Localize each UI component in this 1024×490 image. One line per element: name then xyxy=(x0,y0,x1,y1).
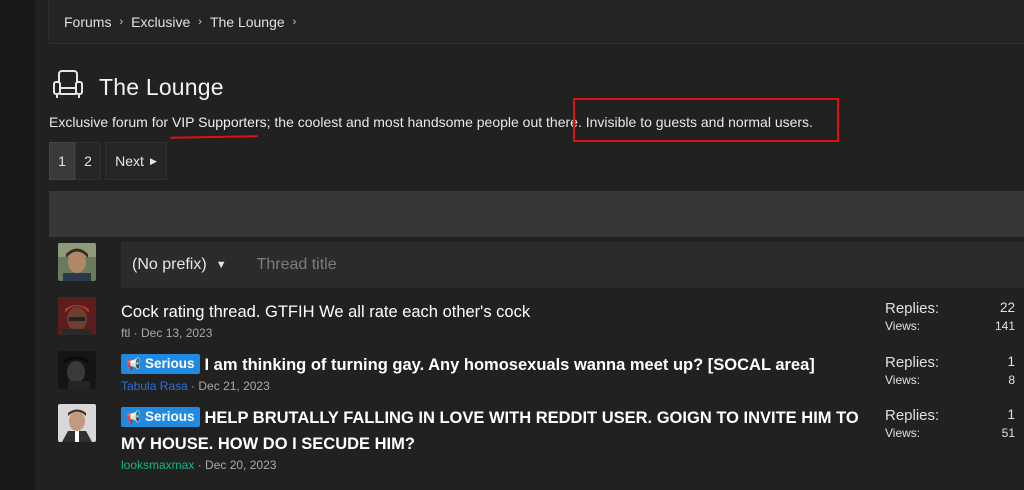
thread-meta: ftl · Dec 13, 2023 xyxy=(121,326,213,340)
thread-date[interactable]: Dec 20, 2023 xyxy=(205,458,276,472)
caret-right-icon: ▶ xyxy=(149,155,157,166)
serious-prefix-badge[interactable]: 📢 Serious xyxy=(121,354,201,374)
thread-row[interactable]: Cock rating thread. GTFIH We all rate ea… xyxy=(121,299,881,340)
vip-supporters-link[interactable]: VIP Supporters xyxy=(172,114,267,130)
armchair-icon xyxy=(51,68,85,107)
breadcrumb-the-lounge[interactable]: The Lounge xyxy=(210,14,285,30)
thread-title-input[interactable] xyxy=(254,255,819,275)
thread-stats: Replies: 1 Views: 8 xyxy=(885,354,1015,387)
page-1-button[interactable]: 1 xyxy=(49,142,75,180)
breadcrumb: Forums › Exclusive › The Lounge › xyxy=(48,0,1024,44)
replies-label: Replies: xyxy=(885,300,940,317)
thread-row[interactable]: 📢 Serious I am thinking of turning gay. An… xyxy=(121,352,881,393)
main-content: Forums › Exclusive › The Lounge › The Lo… xyxy=(35,0,1024,490)
thread-title[interactable]: I am thinking of turning gay. Any homose… xyxy=(204,356,814,374)
next-page-button[interactable]: Next ▶ xyxy=(105,142,167,180)
megaphone-icon: 📢 xyxy=(126,357,141,371)
chevron-right-icon: › xyxy=(119,15,124,28)
avatar[interactable] xyxy=(58,243,96,281)
page-2-button[interactable]: 2 xyxy=(75,142,101,180)
annotation-underline xyxy=(169,135,259,139)
badge-label: Serious xyxy=(144,409,195,424)
views-label: Views: xyxy=(885,373,921,387)
replies-label: Replies: xyxy=(885,354,940,371)
thread-author[interactable]: ftl xyxy=(121,326,130,340)
prefix-dropdown[interactable]: (No prefix) ▼ xyxy=(132,256,227,274)
replies-count: 1 xyxy=(1007,354,1015,369)
chevron-right-icon: › xyxy=(292,15,297,28)
prefix-label: (No prefix) xyxy=(132,256,207,273)
views-count: 51 xyxy=(1001,426,1015,440)
filter-bar xyxy=(49,191,1024,237)
thread-author[interactable]: Tabula Rasa xyxy=(121,379,188,393)
badge-label: Serious xyxy=(144,356,195,371)
serious-prefix-badge[interactable]: 📢 Serious xyxy=(121,407,201,427)
annotation-box xyxy=(573,98,839,142)
thread-title-line: 📢 Serious HELP BRUTALLY FALLING IN LOVE WI… xyxy=(121,405,881,457)
views-count: 8 xyxy=(1008,373,1015,387)
left-gutter xyxy=(0,0,35,490)
avatar[interactable] xyxy=(58,297,96,335)
thread-stats: Replies: 22 Views: 141 xyxy=(885,300,1015,333)
replies-label: Replies: xyxy=(885,407,940,424)
avatar[interactable] xyxy=(58,404,96,442)
thread-meta: looksmaxmax · Dec 20, 2023 xyxy=(121,458,277,472)
thread-stats: Replies: 1 Views: 51 xyxy=(885,407,1015,440)
megaphone-icon: 📢 xyxy=(126,410,141,424)
thread-title[interactable]: Cock rating thread. GTFIH We all rate ea… xyxy=(121,299,881,325)
chevron-right-icon: › xyxy=(198,15,202,28)
views-count: 141 xyxy=(994,319,1015,333)
new-thread-bar: (No prefix) ▼ xyxy=(121,242,1024,288)
page-title: The Lounge xyxy=(99,74,224,100)
thread-title-line: 📢 Serious I am thinking of turning gay. An… xyxy=(121,352,881,378)
views-label: Views: xyxy=(885,319,921,333)
pagination: 1 2 Next ▶ xyxy=(49,142,167,180)
views-label: Views: xyxy=(885,426,921,440)
next-label: Next xyxy=(115,153,144,169)
page-header: The Lounge xyxy=(51,68,224,107)
avatar[interactable] xyxy=(58,351,96,389)
caret-down-icon: ▼ xyxy=(215,259,227,271)
breadcrumb-exclusive[interactable]: Exclusive xyxy=(131,14,190,30)
breadcrumb-forums[interactable]: Forums xyxy=(64,14,111,30)
thread-meta: Tabula Rasa · Dec 21, 2023 xyxy=(121,379,270,393)
thread-date[interactable]: Dec 21, 2023 xyxy=(198,379,269,393)
replies-count: 1 xyxy=(1007,407,1015,422)
replies-count: 22 xyxy=(999,300,1015,315)
thread-row[interactable]: 📢 Serious HELP BRUTALLY FALLING IN LOVE WI… xyxy=(121,405,881,472)
description-text: Exclusive forum for xyxy=(49,114,172,130)
thread-author[interactable]: looksmaxmax xyxy=(121,458,194,472)
thread-date[interactable]: Dec 13, 2023 xyxy=(141,326,212,340)
thread-title[interactable]: HELP BRUTALLY FALLING IN LOVE WITH REDDI… xyxy=(121,409,859,453)
